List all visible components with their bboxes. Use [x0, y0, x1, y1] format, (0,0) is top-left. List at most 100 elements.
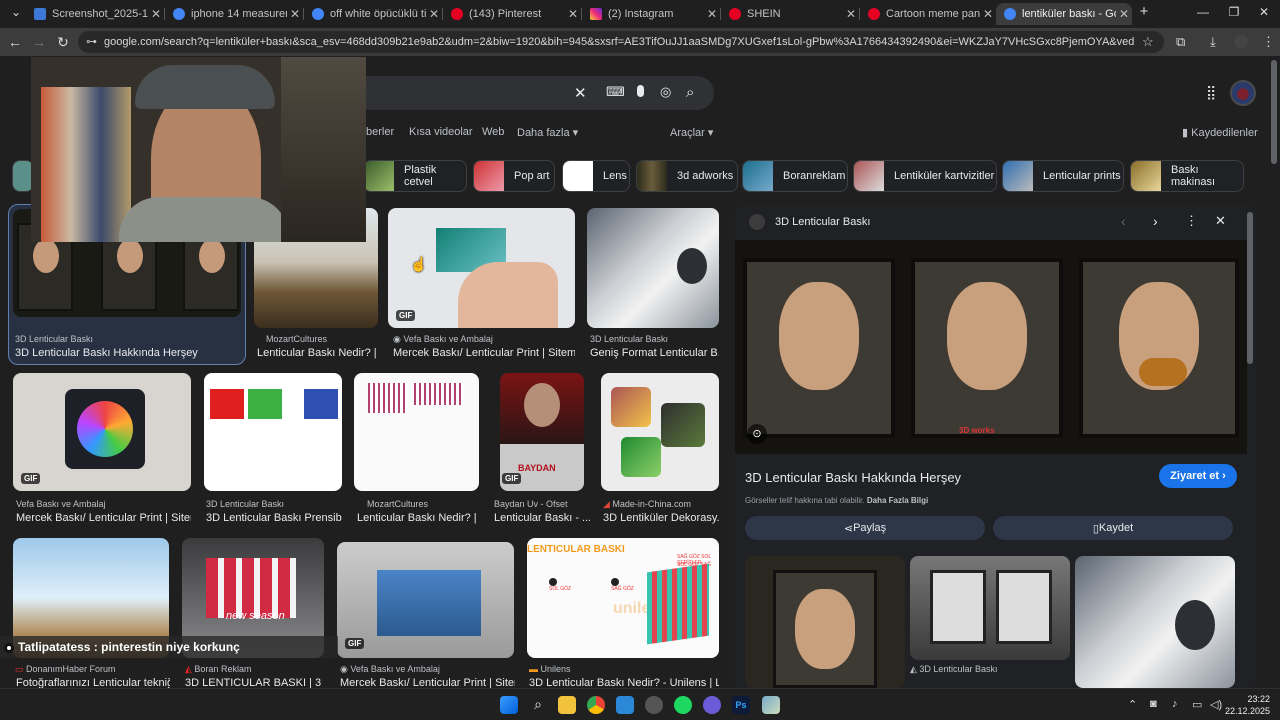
minimize-icon[interactable]: — [1193, 5, 1213, 19]
result-title[interactable]: 3D Lentiküler Dekorasy... [603, 512, 720, 524]
result-title[interactable]: Lenticular Baskı - ... [494, 512, 590, 524]
start-icon[interactable] [500, 696, 518, 714]
tab-iphone-measurements[interactable]: iphone 14 measurements✕ [165, 3, 303, 25]
system-clock[interactable]: 23:22 22.12.2025 [1225, 693, 1270, 717]
download-icon[interactable]: ⤓ [1210, 34, 1216, 50]
visit-button[interactable]: Ziyaret et › [1159, 464, 1237, 488]
panel-title[interactable]: 3D Lenticular Baskı Hakkında Herşey [745, 470, 961, 485]
microphone-icon[interactable]: ♪ [1172, 698, 1178, 710]
spotify-icon[interactable] [674, 696, 692, 714]
lens-search-icon[interactable]: ⊙ [747, 424, 767, 444]
lens-icon[interactable]: ◎ [660, 84, 671, 100]
chip-lenticular-prints[interactable]: Lenticular prints [1002, 160, 1124, 192]
app-icon[interactable] [703, 696, 721, 714]
result-title[interactable]: 3D Lenticular Baskı Hakkında Herşey [15, 347, 241, 359]
site-info-icon[interactable]: ⊶ [86, 35, 97, 48]
reload-icon[interactable]: ↻ [54, 34, 72, 51]
more-options-icon[interactable]: ⋮ [1185, 213, 1198, 229]
result-title[interactable]: 3D Lenticular Baskı Prensibi... [206, 512, 342, 524]
related-image[interactable] [745, 556, 905, 688]
nav-web[interactable]: Web [482, 126, 504, 138]
close-panel-icon[interactable]: ✕ [1215, 213, 1226, 229]
restore-icon[interactable]: ❐ [1224, 5, 1244, 19]
save-button[interactable]: ▯ Kaydet [993, 516, 1233, 540]
result-title[interactable]: Geniş Format Lenticular B... [590, 347, 719, 359]
apps-grid-icon[interactable]: ⣿ [1206, 84, 1216, 101]
network-icon[interactable]: ▭ [1192, 698, 1202, 711]
extensions-icon[interactable]: ⧉ [1176, 34, 1185, 50]
chip-lens[interactable]: Lens [562, 160, 630, 192]
clear-icon[interactable]: ✕ [574, 84, 587, 102]
tab-pinterest[interactable]: (143) Pinterest ✕ [443, 3, 581, 25]
result-title[interactable]: Lenticular Baskı Nedir? | ... [357, 512, 479, 524]
close-icon[interactable]: ✕ [565, 7, 581, 21]
close-window-icon[interactable]: ✕ [1254, 5, 1274, 19]
photoshop-icon[interactable]: Ps [732, 696, 750, 714]
file-explorer-icon[interactable] [558, 696, 576, 714]
close-icon[interactable]: ✕ [843, 7, 859, 21]
nav-news[interactable]: berler [366, 126, 394, 138]
chip-3d-adworks[interactable]: 3d adworks [636, 160, 738, 192]
obs-icon[interactable] [645, 696, 663, 714]
result-title[interactable]: Fotoğraflarınızı Lenticular tekniği... [16, 677, 170, 688]
volume-icon[interactable]: ◁) [1210, 698, 1222, 711]
discord-icon[interactable]: ◙ [1150, 698, 1157, 710]
next-icon[interactable]: › [1153, 213, 1158, 229]
result-title[interactable]: Mercek Baskı/ Lenticular Print | Sitem 2 [393, 347, 575, 359]
chip-boranreklam[interactable]: Boranreklam [742, 160, 848, 192]
close-icon[interactable]: ✕ [148, 7, 164, 21]
chip-plastik-cetvel[interactable]: Plastik cetvel [363, 160, 467, 192]
image-result[interactable]: BAYDAN GIF Baydan Uv - Ofset Lenticular … [494, 373, 590, 527]
chip-pop-art[interactable]: Pop art [473, 160, 555, 192]
tray-overflow-icon[interactable]: ⌃ [1128, 698, 1137, 711]
image-result[interactable]: GIF Vefa Baskı ve Ambalaj Mercek Baskı/ … [13, 373, 191, 527]
forward-icon[interactable]: → [30, 34, 48, 50]
image-result[interactable]: new season ◭ Boran Reklam 3D LENTICULAR … [182, 538, 324, 688]
tab-off-white[interactable]: off white öpücüklü tişört✕ [304, 3, 442, 25]
image-result[interactable]: 3D Lenticular Baskı Geniş Format Lenticu… [587, 208, 720, 362]
close-icon[interactable]: ✕ [426, 7, 442, 21]
close-icon[interactable]: ✕ [1116, 7, 1132, 21]
image-result[interactable]: ▭ DonanımHaber Forum Fotoğraflarınızı Le… [13, 538, 170, 688]
search-input[interactable]: ✕ ⌨ ◎ ⌕ [340, 76, 714, 110]
tab-search-icon[interactable]: ⌄ [6, 5, 26, 19]
result-title[interactable]: Lenticular Baskı Nedir? | ... [257, 347, 378, 359]
panel-source[interactable]: 3D Lenticular Baskı [775, 216, 870, 228]
related-image[interactable] [910, 556, 1070, 660]
keyboard-icon[interactable]: ⌨ [606, 84, 625, 100]
image-result[interactable]: MozartCultures Lenticular Baskı Nedir? |… [354, 373, 479, 527]
panel-scrollbar[interactable] [1247, 212, 1253, 364]
related-image[interactable] [1075, 556, 1235, 688]
chrome-icon[interactable] [587, 696, 605, 714]
tab-lentikuler-active[interactable]: lentiküler baskı - Google✕ [996, 3, 1132, 25]
close-icon[interactable]: ✕ [704, 7, 720, 21]
image-result[interactable]: GIF ◉ Vefa Baskı ve Ambalaj Mercek Baskı… [337, 542, 515, 688]
bookmark-star-icon[interactable]: ☆ [1142, 34, 1154, 50]
nav-short-videos[interactable]: Kısa videolar [409, 126, 473, 138]
new-tab-icon[interactable]: + [1134, 3, 1154, 20]
microphone-icon[interactable] [637, 85, 644, 97]
tab-shein[interactable]: SHEIN ✕ [721, 3, 859, 25]
back-icon[interactable]: ← [6, 34, 24, 50]
close-icon[interactable]: ✕ [980, 7, 996, 21]
result-title[interactable]: Mercek Baskı/ Lenticular Print | Sitem 2 [16, 512, 191, 524]
result-title[interactable]: 3D LENTICULAR BASKI | 3 ... [185, 677, 324, 688]
result-title[interactable]: Mercek Baskı/ Lenticular Print | Sitem 2 [340, 677, 515, 688]
tab-cartoon-meme[interactable]: Cartoon meme panosund✕ [860, 3, 996, 25]
tab-instagram[interactable]: (2) Instagram ✕ [582, 3, 720, 25]
photos-icon[interactable] [616, 696, 634, 714]
tools-button[interactable]: Araçlar ▾ [670, 126, 713, 139]
image-viewer-icon[interactable] [762, 696, 780, 714]
image-result[interactable]: 3D Lenticular Baskı 3D Lenticular Baskı … [204, 373, 342, 527]
close-icon[interactable]: ✕ [287, 7, 303, 21]
result-title[interactable]: 3D Lenticular Baskı Nedir? - Unilens | L… [529, 677, 719, 688]
image-result[interactable]: ◢ Made-in-China.com 3D Lentiküler Dekora… [601, 373, 720, 527]
saved-button[interactable]: ▮ Kaydedilenler [1182, 126, 1258, 139]
nav-more[interactable]: Daha fazla ▾ [517, 126, 578, 139]
menu-icon[interactable]: ⋮ [1262, 34, 1275, 50]
more-info-link[interactable]: Daha Fazla Bilgi [867, 496, 928, 505]
page-scrollbar[interactable] [1271, 60, 1277, 164]
search-icon[interactable]: ⌕ [529, 696, 547, 714]
image-result[interactable]: GIF ◉ Vefa Baskı ve Ambalaj Mercek Baskı… [388, 208, 575, 362]
previous-icon[interactable]: ‹ [1121, 213, 1126, 229]
